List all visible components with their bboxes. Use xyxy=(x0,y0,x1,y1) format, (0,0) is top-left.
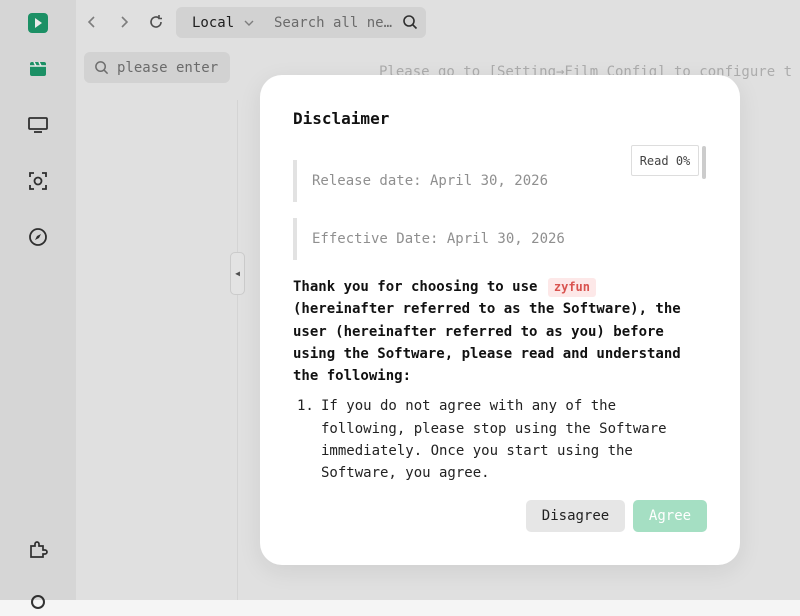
disagree-button[interactable]: Disagree xyxy=(526,500,625,532)
list-item-text: If you do not agree with any of the foll… xyxy=(321,398,667,482)
intro-text-before: Thank you for choosing to use xyxy=(293,279,538,295)
intro-paragraph: Thank you for choosing to use zyfun (her… xyxy=(293,276,693,387)
intro-text-after: (hereinafter referred to as the Software… xyxy=(293,301,681,385)
release-date-note: Release date: April 30, 2026 xyxy=(293,160,693,202)
disclaimer-content[interactable]: Release date: April 30, 2026 Effective D… xyxy=(293,160,693,485)
dialog-title: Disclaimer xyxy=(293,109,390,128)
disclaimer-dialog: Disclaimer Read 0% Release date: April 3… xyxy=(260,75,740,565)
app-name-tag: zyfun xyxy=(547,278,596,297)
scrollbar-thumb[interactable] xyxy=(702,146,706,179)
effective-date-note: Effective Date: April 30, 2026 xyxy=(293,218,693,260)
list-item: 1. If you do not agree with any of the f… xyxy=(293,395,693,484)
terms-list: 1. If you do not agree with any of the f… xyxy=(293,395,693,484)
agree-button[interactable]: Agree xyxy=(633,500,707,532)
list-item-number: 1. xyxy=(297,398,314,415)
